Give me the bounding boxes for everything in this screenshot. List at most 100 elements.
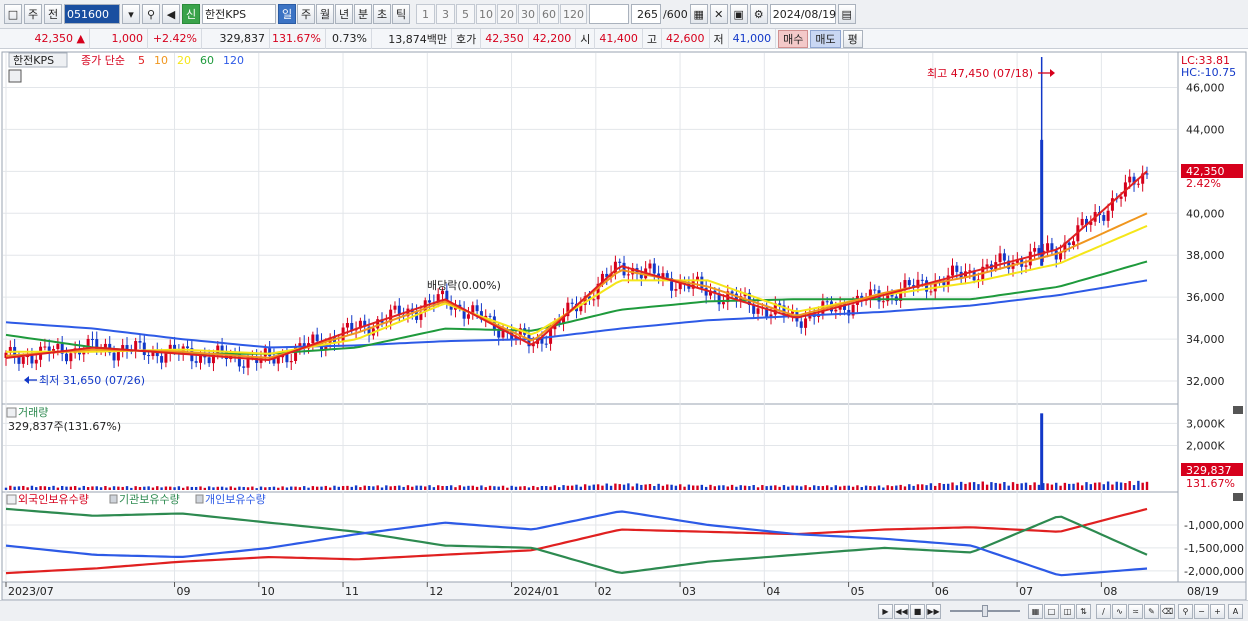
minute-button-20[interactable]: 20 [497,4,517,24]
holdings-panel-close-icon[interactable] [1233,493,1243,501]
layout-icon[interactable]: ▦ [1028,604,1043,619]
volume-bar [1072,483,1075,490]
search-icon[interactable]: ⚲ [142,4,160,24]
rewind-icon[interactable]: ◀◀ [894,604,909,619]
buy-button[interactable]: 매수 [778,29,809,48]
gear-icon[interactable]: ⚙ [749,4,768,24]
period-select[interactable]: 주 [24,4,42,24]
avg-button[interactable]: 평 [842,29,863,48]
candle-body [1033,248,1037,252]
volume-bar [303,486,306,490]
new-badge: 신 [182,4,200,24]
eraser-icon[interactable]: ⌫ [1160,604,1175,619]
volume-bar [95,486,98,490]
minute-button-5[interactable]: 5 [456,4,475,24]
scroll-right-icon[interactable]: ▶ [878,604,893,619]
window-icon[interactable]: □ [4,4,22,24]
zigzag-icon[interactable]: ∿ [1112,604,1127,619]
trend-line-icon[interactable]: ∕ [1096,604,1111,619]
period-button-년[interactable]: 년 [335,4,353,24]
period-button-주[interactable]: 주 [297,4,315,24]
volume-bar [359,487,362,490]
candle-body [1046,243,1050,251]
draw-icon[interactable]: ✕ [709,4,728,24]
volume-bar [510,485,513,490]
volume-bar [1020,483,1023,490]
volume-bar [406,485,410,490]
candle-body [929,291,933,293]
volume-bar [1098,482,1101,490]
panel-toggle-icon[interactable] [6,407,17,418]
period-button-월[interactable]: 월 [316,4,334,24]
prev-button[interactable]: 전 [44,4,62,24]
volume-bar [566,485,570,490]
volume-bar [921,484,924,490]
volume-bar [367,486,371,490]
volume-bar [834,485,838,490]
period-button-초[interactable]: 초 [373,4,391,24]
volume-bar [609,485,613,490]
volume-bar [104,485,107,490]
count-input[interactable]: 265 [631,4,661,24]
zoom-out-icon[interactable]: − [1194,604,1209,619]
period-button-틱[interactable]: 틱 [392,4,410,24]
volume-bar [411,486,414,490]
max-candle-body [1040,139,1044,266]
period-button-분[interactable]: 분 [354,4,372,24]
volume-bar [618,484,621,490]
volume-bar [851,486,855,490]
x-tick-label: 04 [766,585,780,598]
volume-bar [545,486,548,490]
zoom-icon[interactable]: ⚲ [1178,604,1193,619]
volume-bar [691,485,695,490]
candle-icon[interactable]: ▦ [689,4,708,24]
minute-button-30[interactable]: 30 [518,4,538,24]
sell-button[interactable]: 매도 [810,29,841,48]
volume-value: 329,837 [202,28,270,49]
volume-bar [363,485,366,490]
compare-icon[interactable]: ⇅ [1076,604,1091,619]
sound-icon[interactable]: ◀ [162,4,180,24]
volume-bar [1046,483,1049,490]
stock-name-field[interactable]: 한전KPS [202,4,276,24]
candle-body [998,253,1002,263]
legend-foreign: 외국인보유수량 [18,493,89,506]
candle-body [90,338,94,340]
zoom-in-icon[interactable]: + [1210,604,1225,619]
candle-body [592,299,596,301]
stop-icon[interactable]: ■ [910,604,925,619]
volume-bar [229,486,232,490]
minute-button-120[interactable]: 120 [560,4,587,24]
holdings-toggle-icon[interactable] [6,494,17,505]
calendar-icon[interactable]: ▤ [837,4,856,24]
split-icon[interactable]: ◫ [1060,604,1075,619]
volume-bar [657,483,660,490]
volume-bar [259,486,263,490]
pattern-icon[interactable]: ≍ [1128,604,1143,619]
volume-panel-close-icon[interactable] [1233,406,1243,414]
dropdown-icon[interactable]: ▾ [122,4,140,24]
candle-body [570,302,574,304]
minute-button-10[interactable]: 10 [476,4,496,24]
stock-chart[interactable]: 32,00034,00036,00038,00040,00042,00044,0… [0,50,1248,600]
save-icon[interactable]: ▣ [729,4,748,24]
minute-button-1[interactable]: 1 [416,4,435,24]
candle-body [730,291,734,294]
stock-code-input[interactable]: 051600 [64,4,120,24]
zoom-slider-handle[interactable] [982,605,988,617]
candle-body [393,305,397,310]
date-input[interactable]: 2024/08/19 [769,4,836,24]
volume-bar [653,485,656,490]
minute-button-3[interactable]: 3 [436,4,455,24]
legend-institution: 기관보유수량 [119,493,180,506]
table-icon[interactable] [8,69,22,83]
volume-bar [925,485,928,490]
minute-button-60[interactable]: 60 [539,4,559,24]
period-button-일[interactable]: 일 [278,4,296,24]
volume-bar [739,485,742,490]
font-size-icon[interactable]: A [1228,604,1243,619]
fast-forward-icon[interactable]: ▶▶ [926,604,941,619]
brush-icon[interactable]: ✎ [1144,604,1159,619]
tick-custom-input[interactable] [589,4,629,24]
copy-icon[interactable]: □ [1044,604,1059,619]
